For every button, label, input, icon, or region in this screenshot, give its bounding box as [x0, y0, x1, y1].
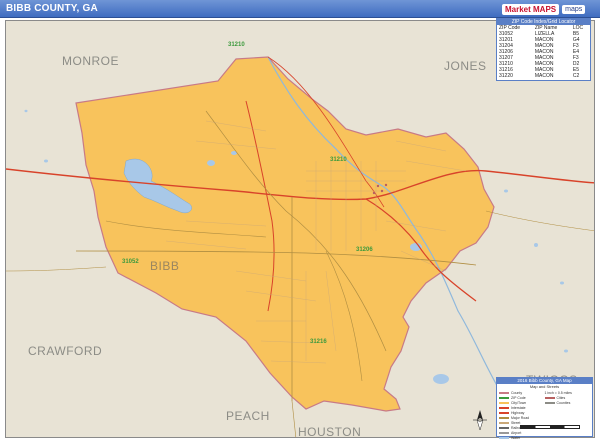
zip-label-31210: 31210: [228, 42, 245, 48]
legend-item: Counties: [544, 400, 591, 405]
legend-col-right: 1 inch = 0.5 miles Cities Counties: [544, 390, 591, 440]
pond-3: [410, 243, 422, 251]
brand-logo: Market MAPS maps: [502, 1, 596, 17]
brand-secondary: maps: [562, 4, 586, 14]
map-svg: [6, 56, 594, 437]
neighbor-label-crawford: CRAWFORD: [28, 344, 103, 358]
map-title: BIBB COUNTY, GA: [6, 3, 98, 14]
legend-item-label: Cities: [556, 395, 566, 400]
brand-name: Market MAPS: [502, 3, 560, 15]
zip-name-cell: MACON: [534, 73, 554, 79]
legend-col-left: County ZIP Code City/Town Interstate Hig…: [499, 390, 545, 440]
legend-item-label: 1 inch = 0.5 miles: [544, 390, 572, 395]
pond-8: [44, 159, 48, 163]
legend-item: Water: [499, 435, 545, 440]
county-label-bibb: BIBB: [150, 259, 180, 273]
pond-7: [504, 189, 508, 193]
legend-item-label: ZIP Code: [511, 395, 526, 400]
legend-item-label: Airport: [511, 430, 522, 435]
compass-icon: [473, 410, 487, 431]
pond-6: [560, 281, 564, 285]
road-g: [485, 210, 594, 231]
pond-5: [534, 243, 538, 247]
map-canvas[interactable]: MONROE JONES CRAWFORD TWIGGS PEACH HOUST…: [5, 20, 595, 438]
legend-item-label: Highway: [511, 410, 525, 415]
legend-rows: County ZIP Code City/Town Interstate Hig…: [497, 389, 592, 441]
legend-item-label: Water: [511, 435, 521, 440]
neighbor-label-jones: JONES: [444, 59, 487, 73]
neighbor-label-monroe: MONROE: [62, 54, 119, 68]
pond-9: [24, 109, 28, 113]
legend-item-label: Street: [511, 420, 521, 425]
pond-1: [207, 160, 215, 166]
neighbor-label-peach: PEACH: [226, 409, 270, 423]
north-arrow-icon: [472, 409, 488, 431]
bibb-county-shape: [75, 56, 495, 412]
zip-loc-cell: C2: [572, 73, 580, 79]
zip-label-31216: 31216: [310, 339, 327, 345]
zip-cell: 31220: [499, 73, 513, 79]
zip-label-31206: 31206: [356, 247, 373, 253]
legend-item-label: Counties: [556, 400, 571, 405]
zip-index-table: ZIP Code ZIP Name LOC 31052 LIZELLA B5 3…: [497, 25, 590, 79]
table-row: 31220 MACON C2: [497, 73, 590, 79]
scale-bar: [520, 425, 580, 429]
legend-item-label: Interstate: [511, 405, 526, 410]
pond-4: [433, 374, 449, 384]
title-bar: BIBB COUNTY, GA Market MAPS maps: [0, 0, 600, 18]
zip-label-31210b: 31210: [330, 157, 347, 163]
legend-item-label: City/Town: [511, 400, 527, 405]
legend-item-label: County: [511, 390, 523, 395]
zip-code-index: ZIP Code Index/Grid Locator ZIP Code ZIP…: [496, 18, 591, 81]
road-h: [291, 400, 297, 437]
road-f: [6, 266, 107, 272]
zip-label-31052: 31052: [122, 259, 139, 265]
pond-10: [564, 349, 568, 353]
legend-item-label: Major Road: [511, 415, 530, 420]
neighbor-label-houston: HOUSTON: [298, 425, 362, 438]
